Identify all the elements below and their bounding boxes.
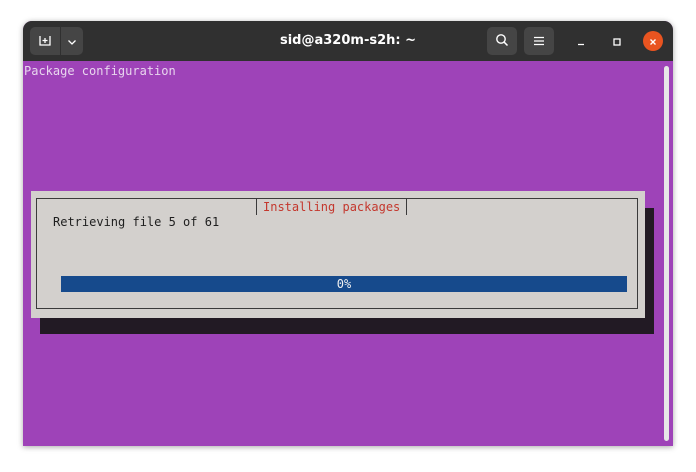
scrollbar-thumb[interactable]	[664, 66, 669, 441]
minimize-button[interactable]	[571, 31, 591, 51]
chevron-down-icon	[67, 32, 77, 51]
tab-menu-button[interactable]	[61, 27, 83, 55]
maximize-icon	[612, 32, 622, 51]
terminal-window: sid@a320m-s2h: ~ Package configuration I…	[23, 21, 673, 446]
new-tab-button[interactable]	[30, 27, 60, 55]
hamburger-menu-icon	[533, 32, 545, 51]
scrollbar[interactable]	[661, 61, 673, 446]
search-button[interactable]	[487, 27, 517, 55]
dialog-message: Retrieving file 5 of 61	[53, 215, 220, 229]
close-icon	[648, 32, 658, 51]
menu-button[interactable]	[524, 27, 554, 55]
progress-label: 0%	[336, 277, 352, 291]
maximize-button[interactable]	[607, 31, 627, 51]
installing-packages-dialog: Installing packages Retrieving file 5 of…	[31, 191, 645, 318]
search-icon	[495, 32, 509, 51]
dialog-frame: Installing packages Retrieving file 5 of…	[36, 198, 638, 309]
progress-bar: 0%	[61, 276, 627, 292]
terminal-area[interactable]: Package configuration Installing package…	[23, 61, 661, 446]
minimize-icon	[576, 32, 586, 51]
close-button[interactable]	[643, 31, 663, 51]
title-bar: sid@a320m-s2h: ~	[23, 21, 673, 61]
backtitle: Package configuration	[24, 64, 176, 78]
new-tab-icon	[38, 32, 52, 51]
dialog-title: Installing packages	[256, 199, 408, 215]
window-title: sid@a320m-s2h: ~	[279, 33, 416, 48]
